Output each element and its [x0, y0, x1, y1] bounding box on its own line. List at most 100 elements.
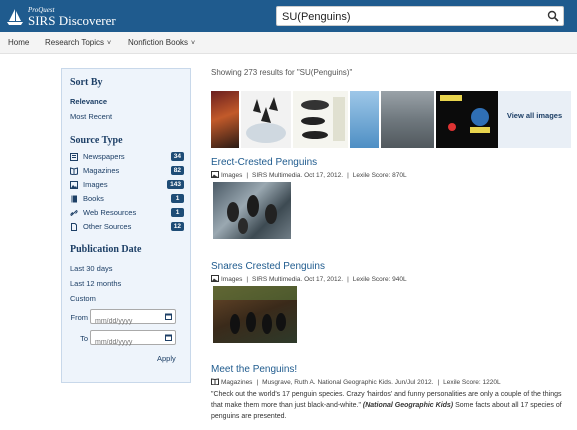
- separator: |: [246, 276, 249, 283]
- filter-sidebar: Sort By Relevance Most Recent Source Typ…: [61, 68, 191, 383]
- image-thumbnail[interactable]: [293, 91, 348, 148]
- source-type-heading: Source Type: [70, 135, 123, 146]
- result-meta: Images | SIRS Multimedia. Oct 17, 2012. | Le…: [211, 275, 407, 283]
- image-strip: View all images: [211, 91, 571, 148]
- source-web-resources[interactable]: Web Resources 1: [70, 208, 184, 220]
- brand-name: SIRS Discoverer: [28, 13, 116, 28]
- view-all-images-label: View all images: [506, 111, 563, 120]
- result-author: Musgrave, Ruth A.: [262, 379, 316, 386]
- separator: |: [347, 276, 349, 283]
- image-thumbnail[interactable]: [381, 91, 434, 148]
- nav-home[interactable]: Home: [8, 38, 29, 47]
- source-label: Magazines: [83, 166, 120, 175]
- topbar-edge: [566, 0, 577, 32]
- view-all-images-button[interactable]: View all images: [498, 91, 571, 148]
- calendar-icon[interactable]: [165, 313, 172, 320]
- calendar-icon[interactable]: [165, 334, 172, 341]
- source-label: Books: [83, 194, 104, 203]
- main-nav: Home Research Topics ˅ Nonfiction Books ˅: [0, 32, 577, 54]
- result-type: Images: [221, 276, 243, 283]
- result-meta: Magazines | Musgrave, Ruth A. National Geo…: [211, 378, 501, 386]
- to-date-input[interactable]: [91, 336, 157, 349]
- nav-nonfiction-books[interactable]: Nonfiction Books ˅: [128, 38, 195, 47]
- source-other-sources[interactable]: Other Sources 12: [70, 222, 184, 234]
- source-magazines[interactable]: Magazines 82: [70, 166, 184, 178]
- results-count: Showing 273 results for "SU(Penguins)": [211, 68, 353, 77]
- apply-button[interactable]: Apply: [157, 354, 176, 363]
- count-badge: 12: [170, 222, 184, 231]
- source-label: Images: [83, 180, 108, 189]
- separator: |: [256, 379, 259, 386]
- count-badge: 1: [171, 194, 184, 203]
- date-custom[interactable]: Custom: [70, 294, 96, 303]
- document-icon: [71, 223, 77, 231]
- source-label: Web Resources: [83, 208, 137, 217]
- newspaper-icon: [70, 153, 78, 161]
- count-badge: 143: [167, 180, 184, 189]
- from-label: From: [70, 313, 89, 322]
- magazine-icon: [211, 378, 219, 385]
- result-date: Oct 17, 2012.: [304, 172, 344, 179]
- result-title[interactable]: Snares Crested Penguins: [211, 261, 325, 272]
- top-bar: ProQuest SIRS Discoverer: [0, 0, 577, 32]
- image-icon: [70, 181, 78, 189]
- result-lexile: Lexile Score: 1220L: [443, 379, 501, 386]
- from-date-input[interactable]: [91, 315, 157, 328]
- chevron-down-icon: ˅: [107, 40, 112, 47]
- sort-most-recent[interactable]: Most Recent: [70, 112, 112, 121]
- link-icon: [70, 209, 78, 217]
- separator: |: [437, 379, 440, 386]
- search-box: [276, 6, 564, 26]
- source-newspapers[interactable]: Newspapers 34: [70, 152, 184, 164]
- nav-research-topics[interactable]: Research Topics ˅: [45, 38, 111, 47]
- search-icon[interactable]: [547, 10, 559, 22]
- result-title[interactable]: Meet the Penguins!: [211, 364, 297, 375]
- snippet-source: (National Geographic Kids): [362, 402, 454, 409]
- result-snippet: "Check out the world's 17 penguin specie…: [211, 389, 567, 422]
- count-badge: 34: [170, 152, 184, 161]
- result-source: SIRS Multimedia.: [252, 276, 303, 283]
- image-thumbnail[interactable]: [211, 91, 239, 148]
- book-icon: [71, 195, 77, 203]
- result-source: SIRS Multimedia.: [252, 172, 303, 179]
- nav-research-topics-label: Research Topics: [45, 38, 104, 47]
- ship-logo-icon: [7, 9, 23, 25]
- to-date-field: [90, 330, 176, 349]
- result-lexile: Lexile Score: 870L: [352, 172, 407, 179]
- nav-nonfiction-books-label: Nonfiction Books: [128, 38, 189, 47]
- search-input[interactable]: [277, 8, 537, 26]
- result-meta: Images | SIRS Multimedia. Oct 17, 2012. | Le…: [211, 171, 407, 179]
- count-badge: 82: [170, 166, 184, 175]
- sort-by-heading: Sort By: [70, 77, 103, 88]
- date-last-12-months[interactable]: Last 12 months: [70, 279, 121, 288]
- magazine-icon: [70, 167, 78, 175]
- publication-date-heading: Publication Date: [70, 244, 142, 255]
- result-date: Oct 17, 2012.: [304, 276, 344, 283]
- source-label: Newspapers: [83, 152, 125, 161]
- count-badge: 1: [171, 208, 184, 217]
- sort-relevance[interactable]: Relevance: [70, 97, 107, 106]
- result-type: Images: [221, 172, 243, 179]
- from-date-field: [90, 309, 176, 328]
- to-label: To: [80, 334, 88, 343]
- date-last-30-days[interactable]: Last 30 days: [70, 264, 113, 273]
- result-type: Magazines: [221, 379, 253, 386]
- result-image[interactable]: [213, 182, 291, 239]
- image-icon: [211, 171, 219, 178]
- source-images[interactable]: Images 143: [70, 180, 184, 192]
- separator: |: [246, 172, 249, 179]
- separator: |: [347, 172, 349, 179]
- sirs-logo[interactable]: ProQuest SIRS Discoverer: [6, 5, 126, 29]
- chevron-down-icon: ˅: [191, 40, 196, 47]
- result-publication: National Geographic Kids.: [317, 379, 393, 386]
- result-title[interactable]: Erect-Crested Penguins: [211, 157, 317, 168]
- result-image[interactable]: [213, 286, 297, 343]
- result-lexile: Lexile Score: 940L: [352, 276, 407, 283]
- source-books[interactable]: Books 1: [70, 194, 184, 206]
- image-thumbnail[interactable]: [241, 91, 291, 148]
- image-thumbnail[interactable]: [350, 91, 379, 148]
- source-label: Other Sources: [83, 222, 132, 231]
- image-icon: [211, 275, 219, 282]
- image-thumbnail[interactable]: [436, 91, 498, 148]
- result-date: Jun/Jul 2012.: [394, 379, 434, 386]
